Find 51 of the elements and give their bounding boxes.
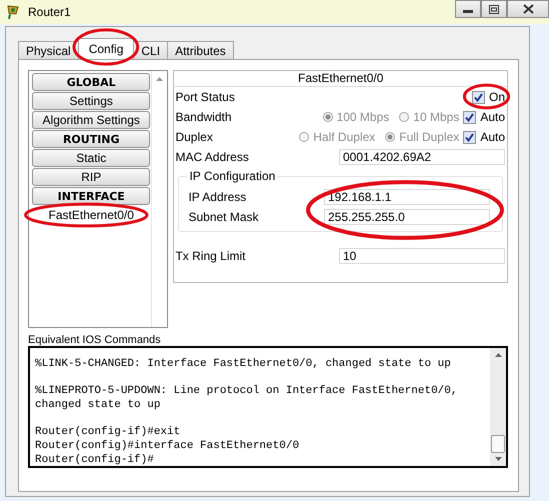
sidebar-item[interactable]: Settings [32,92,150,110]
window-title: Router1 [28,5,71,19]
radio-label: Full Duplex [399,130,460,144]
sidebar-item[interactable]: Algorithm Settings [32,111,150,129]
mac-address-field[interactable]: 0001.4202.69A2 [339,149,505,165]
checkbox-label: Auto [480,130,505,144]
radio-label: 10 Mbps [413,110,460,124]
sidebar-item[interactable]: INTERFACE [32,187,150,205]
tab[interactable]: Physical [18,41,79,59]
close-button[interactable] [507,0,549,18]
console-line: changed state to up [35,398,162,412]
input-field[interactable]: 192.168.1.1 [324,189,490,205]
field-label: Subnet Mask [188,210,260,224]
group-title: IP Configuration [188,169,276,183]
checkbox-label: Auto [480,110,505,124]
checkbox[interactable] [463,130,476,144]
scroll-thumb[interactable] [491,435,505,453]
scroll-up-icon [156,77,164,81]
section-label: Equivalent IOS Commands [28,334,162,346]
close-icon [522,4,534,14]
tab[interactable]: Config [78,38,134,59]
panel-title: FastEthernet0/0 [174,71,507,87]
field-label: Tx Ring Limit [175,249,246,263]
console-line: Router(config)#interface FastEthernet0/0 [35,439,300,453]
sidebar-item[interactable]: RIP [32,168,150,186]
sidebar-item[interactable]: GLOBAL [32,73,150,91]
field-label: Port Status [175,90,236,104]
checkbox[interactable] [472,90,485,104]
maximize-icon [489,4,499,14]
console-line: %LINEPROTO-5-UPDOWN: Line protocol on Interface FastEthernet0/0, [35,384,458,398]
console-line: Router(config-if)#exit [35,425,182,439]
maximize-button[interactable] [481,0,507,18]
scroll-down-icon [494,457,502,461]
field-label: IP Address [188,190,248,204]
field-label: MAC Address [175,150,250,164]
scrollbar[interactable] [490,348,506,466]
checkbox-label: On [488,90,505,104]
console-line: Router(config-if)# [35,453,155,467]
minimize-button[interactable] [455,0,481,18]
field-label: Duplex [175,130,214,144]
field-label: Bandwidth [175,110,233,124]
radio-label: Half Duplex [313,130,376,144]
sidebar-item[interactable]: ROUTING [32,130,150,148]
console-line: %LINK-5-CHANGED: Interface FastEthernet0/0, changed state to up [35,357,452,371]
scroll-up-icon [494,353,502,357]
checkbox[interactable] [463,110,476,124]
tab[interactable]: Attributes [167,41,234,59]
radio-label: 100 Mbps [336,110,390,124]
sidebar-item[interactable]: Static [32,149,150,167]
input-field[interactable]: 255.255.255.0 [324,209,490,225]
tx-ring-limit-field[interactable]: 10 [339,248,505,264]
